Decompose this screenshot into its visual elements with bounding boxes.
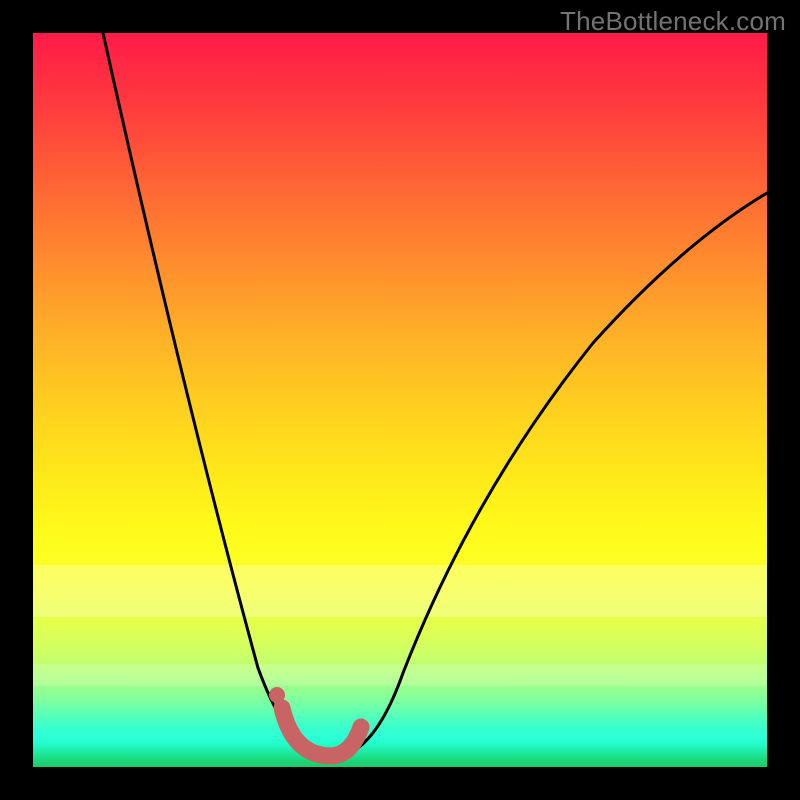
plot-frame (33, 33, 767, 767)
valley-u-marker (282, 708, 361, 756)
curve-right (330, 193, 767, 758)
valley-dot-icon (269, 687, 285, 703)
curve-left (103, 33, 330, 758)
bottleneck-curve (33, 33, 767, 767)
watermark-text: TheBottleneck.com (560, 6, 786, 37)
